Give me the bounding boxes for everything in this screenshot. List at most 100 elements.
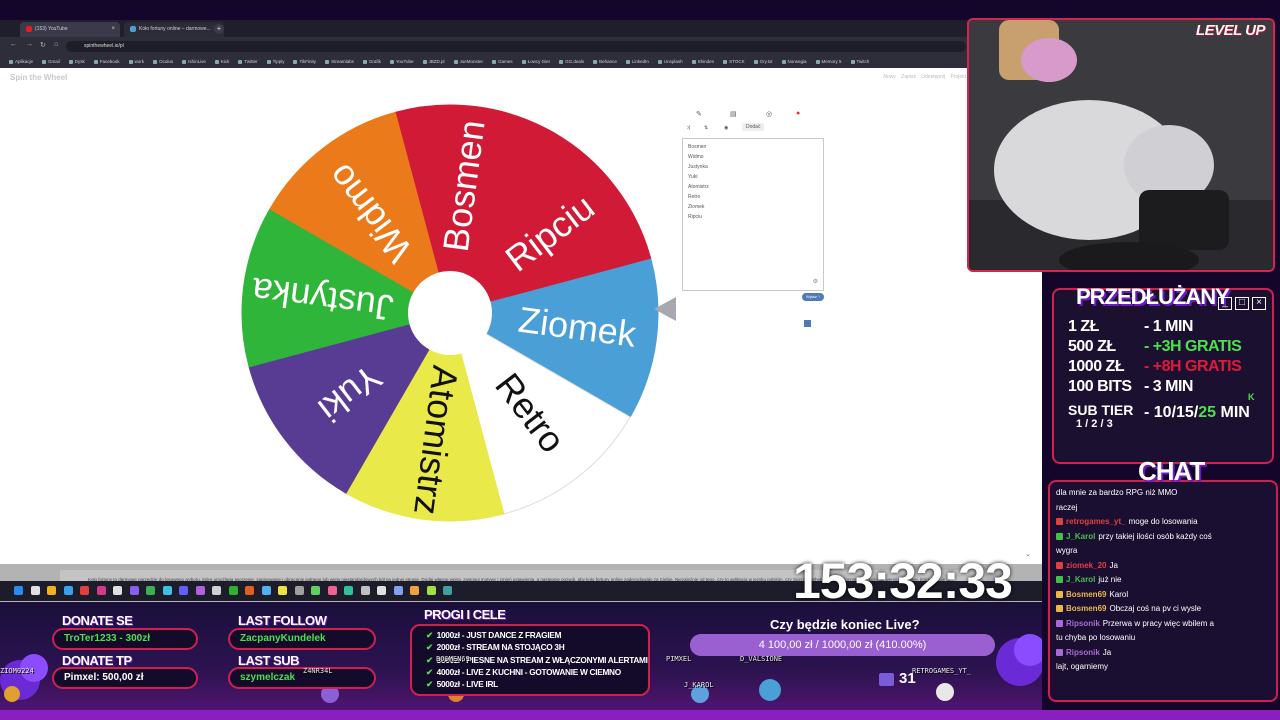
bookmark-item[interactable]: Unsplash xyxy=(658,56,683,68)
chat-username[interactable]: Bosmen69 xyxy=(1066,604,1106,613)
bookmark-item[interactable]: Streamlabs xyxy=(325,56,354,68)
bookmark-item[interactable]: JBZD.pl xyxy=(423,56,445,68)
bookmark-item[interactable]: YouTube xyxy=(390,56,414,68)
app-icon[interactable] xyxy=(162,586,172,595)
discord-icon[interactable] xyxy=(129,586,139,595)
bookmark-item[interactable]: Memory 5 xyxy=(816,56,842,68)
wheel-svg[interactable]: RipciuZiomekRetroAtomistrzYukiJustynkaWi… xyxy=(240,103,660,523)
app-icon[interactable] xyxy=(377,586,386,595)
bookmark-item[interactable]: GG.deals xyxy=(559,56,584,68)
bookmark-item[interactable]: Gry.txt xyxy=(754,56,773,68)
tiktok-icon[interactable] xyxy=(80,586,89,595)
bookmark-item[interactable]: Shinden xyxy=(692,56,715,68)
viewer-nametag: RETROGAMES_YT_ xyxy=(912,667,972,675)
settings-icon[interactable]: ⚙ xyxy=(813,278,818,285)
app-icon[interactable] xyxy=(443,586,452,595)
top-link[interactable]: Nowy xyxy=(883,74,896,80)
xbox-icon[interactable] xyxy=(228,586,238,595)
obs-icon[interactable] xyxy=(195,586,205,595)
bookmark-item[interactable]: Tipply xyxy=(267,56,285,68)
app-icon[interactable] xyxy=(393,586,403,595)
bookmark-item[interactable]: Aplikacje xyxy=(9,56,33,68)
app-icon[interactable] xyxy=(96,586,106,595)
bookmark-item[interactable]: Games xyxy=(492,56,513,68)
chat-username[interactable]: Ripsonik xyxy=(1066,648,1100,657)
app-icon[interactable] xyxy=(311,586,320,595)
file-icon[interactable] xyxy=(113,586,122,595)
site-logo[interactable]: Spin the Wheel xyxy=(10,73,67,82)
sort-icon[interactable]: ⇅ xyxy=(704,125,708,131)
app-icon[interactable] xyxy=(278,586,287,595)
bookmark-item[interactable]: IshinLive xyxy=(182,56,206,68)
chat-message: raczej xyxy=(1056,501,1270,516)
new-tab-button[interactable]: + xyxy=(214,24,224,34)
bookmark-item[interactable]: Twitter xyxy=(238,56,257,68)
chat-message: retrogames_yt_ moge do losowania xyxy=(1056,515,1270,530)
start-icon[interactable] xyxy=(14,586,23,595)
bookmark-item[interactable]: Gmail xyxy=(42,56,60,68)
spin-wheel[interactable]: Ripciu Ziomek Retro Atomistrz Yuki Justynka Wi… xyxy=(240,103,660,523)
palette-icon[interactable]: ● xyxy=(796,110,800,117)
bookmark-item[interactable]: Łowcy Gier xyxy=(522,56,551,68)
top-link[interactable]: Projekt xyxy=(950,74,966,80)
home-icon[interactable]: ⌂ xyxy=(54,41,58,48)
bookmark-item[interactable]: Norwegia xyxy=(782,56,807,68)
chat-username[interactable]: Ripsonik xyxy=(1066,619,1100,628)
url-field[interactable]: spinthewheel.io/pl xyxy=(66,41,966,52)
app-icon[interactable] xyxy=(344,586,353,595)
bookmark-item[interactable]: work xyxy=(129,56,145,68)
bookmark-item[interactable]: LinkedIn xyxy=(626,56,649,68)
bookmark-item[interactable]: Kick xyxy=(215,56,230,68)
chat-badge-icon xyxy=(1056,648,1063,656)
bookmark-item[interactable]: Oculus xyxy=(153,56,173,68)
forward-icon[interactable]: → xyxy=(26,41,33,48)
chat-username[interactable]: retrogames_yt_ xyxy=(1066,517,1126,526)
bookmark-item[interactable]: Behance xyxy=(593,56,617,68)
clipboard-icon[interactable]: ▤ xyxy=(730,110,737,118)
app-icon[interactable] xyxy=(410,586,419,595)
shuffle-icon[interactable]: ⤨ xyxy=(686,125,690,131)
app-icon[interactable] xyxy=(179,586,188,595)
bookmark-item[interactable]: Twitch xyxy=(851,56,870,68)
wheel-center[interactable] xyxy=(408,271,492,355)
top-link[interactable]: Udostępnij xyxy=(921,74,945,80)
goals-title: PROGI I CELE xyxy=(424,607,506,622)
spin-pill[interactable]: Wpisz ↑ xyxy=(802,293,824,301)
image-icon[interactable]: ◉ xyxy=(724,125,728,131)
stop-icon[interactable] xyxy=(804,320,811,327)
steam-icon[interactable] xyxy=(146,586,155,595)
bookmark-item[interactable]: Grafik xyxy=(363,56,381,68)
app-icon[interactable] xyxy=(245,586,254,595)
reload-icon[interactable]: ↻ xyxy=(40,41,46,49)
tab-youtube[interactable]: (153) YouTube × xyxy=(20,22,120,37)
chat-username[interactable]: ziomek_20 xyxy=(1066,561,1106,570)
app-icon[interactable] xyxy=(294,586,304,595)
sub-tier-levels: 1 / 2 / 3 xyxy=(1076,418,1113,430)
pencil-icon[interactable]: ✎ xyxy=(696,110,702,118)
folder-icon[interactable] xyxy=(47,586,56,595)
chat-username[interactable]: J_Karol xyxy=(1066,532,1095,541)
chat-username[interactable]: Bosmen69 xyxy=(1066,590,1106,599)
bookmark-item[interactable]: Facebook xyxy=(94,56,120,68)
sub-tier-label: SUB TIER xyxy=(1068,402,1134,418)
back-icon[interactable]: ← xyxy=(10,41,17,48)
top-link[interactable]: Zapisz xyxy=(901,74,916,80)
app-icon[interactable] xyxy=(261,586,271,595)
app-icon[interactable] xyxy=(426,586,436,595)
entries-textarea[interactable]: Bosmen Widmo Justynka Yuki Atomistrz Retro Zio… xyxy=(682,138,824,291)
chevron-down-icon[interactable]: ⌄ xyxy=(1025,550,1031,558)
bookmark-item[interactable]: Dysk xyxy=(69,56,85,68)
app-icon[interactable] xyxy=(327,586,337,595)
close-icon[interactable]: × xyxy=(111,22,115,37)
chat-username[interactable]: J_Karol xyxy=(1066,575,1095,584)
add-button[interactable]: Dodać xyxy=(742,123,765,131)
bookmark-item[interactable]: STOCK xyxy=(723,56,744,68)
app-icon[interactable] xyxy=(360,586,370,595)
app-icon[interactable] xyxy=(212,586,221,595)
bookmark-item[interactable]: JoeMonster xyxy=(454,56,484,68)
eye-off-icon[interactable]: ◎ xyxy=(766,110,772,118)
search-icon[interactable] xyxy=(30,586,40,595)
bookmark-item[interactable]: TikFinity xyxy=(293,56,316,68)
tab-wheel[interactable]: Koło fortuny online – darmowe...× xyxy=(124,22,224,37)
edge-icon[interactable] xyxy=(63,586,73,595)
